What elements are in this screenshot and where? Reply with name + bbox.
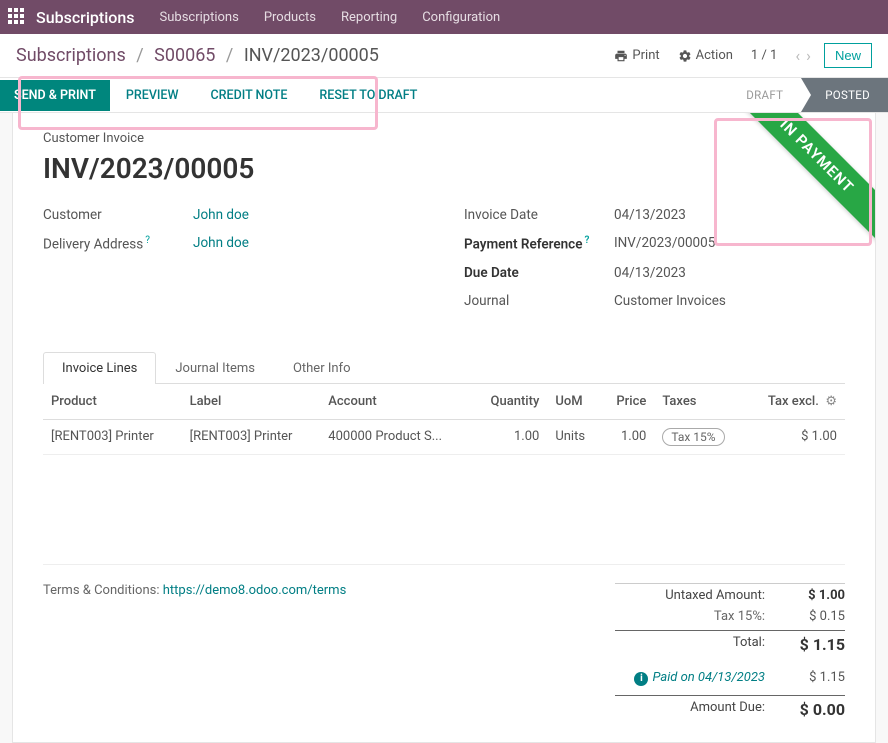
action-button[interactable]: Action	[678, 48, 733, 63]
payment-ref-value: INV/2023/00005	[614, 235, 715, 253]
breadcrumb-mid[interactable]: S00065	[154, 45, 215, 66]
form-sheet: IN PAYMENT Customer Invoice INV/2023/000…	[12, 113, 876, 743]
status-bar: DRAFT POSTED	[728, 78, 888, 112]
th-account[interactable]: Account	[320, 384, 471, 420]
info-icon: i	[634, 672, 648, 686]
totals-block: Untaxed Amount: $ 1.00 Tax 15%: $ 0.15 T…	[615, 583, 845, 722]
pager-next-icon[interactable]: ›	[806, 46, 811, 65]
delivery-label: Delivery Address?	[43, 235, 193, 253]
send-print-button[interactable]: SEND & PRINT	[0, 80, 110, 111]
total-label: Total:	[615, 635, 765, 654]
journal-label: Journal	[464, 293, 614, 309]
apps-icon[interactable]	[8, 8, 26, 26]
terms-link[interactable]: https://demo8.odoo.com/terms	[163, 583, 347, 598]
breadcrumb-current: INV/2023/00005	[244, 45, 379, 66]
th-taxes[interactable]: Taxes	[654, 384, 745, 420]
table-header-row: Product Label Account Quantity UoM Price…	[43, 384, 845, 420]
nav-reporting[interactable]: Reporting	[341, 10, 397, 25]
untaxed-value: $ 1.00	[785, 588, 845, 603]
tab-other-info[interactable]: Other Info	[274, 352, 370, 384]
print-icon	[614, 49, 628, 63]
breadcrumb-sep: /	[136, 45, 143, 66]
status-draft[interactable]: DRAFT	[728, 78, 801, 112]
total-value: $ 1.15	[785, 635, 845, 654]
action-bar: SEND & PRINT PREVIEW CREDIT NOTE RESET T…	[0, 78, 888, 113]
breadcrumb: Subscriptions / S00065 / INV/2023/00005	[16, 45, 379, 66]
th-label[interactable]: Label	[182, 384, 321, 420]
th-quantity[interactable]: Quantity	[472, 384, 548, 420]
invoice-date-value: 04/13/2023	[614, 207, 686, 223]
cell-product: [RENT003] Printer	[43, 419, 182, 454]
th-tax-excl[interactable]: Tax excl. ⚙	[746, 384, 845, 420]
breadcrumb-sep: /	[226, 45, 233, 66]
pager[interactable]: 1 / 1	[751, 48, 777, 63]
cell-account: 400000 Product S...	[320, 419, 471, 454]
customer-label: Customer	[43, 207, 193, 223]
customer-value[interactable]: John doe	[193, 207, 249, 223]
cell-uom: Units	[547, 419, 600, 454]
th-product[interactable]: Product	[43, 384, 182, 420]
cell-tax-excl: $ 1.00	[746, 419, 845, 454]
help-icon[interactable]: ?	[145, 235, 150, 246]
table-blank-area	[43, 454, 845, 564]
app-brand[interactable]: Subscriptions	[36, 8, 135, 27]
preview-button[interactable]: PREVIEW	[110, 80, 195, 111]
nav-products[interactable]: Products	[264, 10, 316, 25]
untaxed-label: Untaxed Amount:	[615, 588, 765, 603]
terms-conditions: Terms & Conditions: https://demo8.odoo.c…	[43, 583, 615, 722]
tax-label: Tax 15%:	[615, 609, 765, 624]
print-button[interactable]: Print	[614, 48, 659, 63]
tax-value: $ 0.15	[785, 609, 845, 624]
breadcrumb-root[interactable]: Subscriptions	[16, 45, 126, 66]
paid-value: $ 1.15	[785, 670, 845, 686]
payment-ref-label: Payment Reference?	[464, 235, 614, 253]
columns-options-icon[interactable]: ⚙	[825, 394, 837, 409]
nav-subscriptions[interactable]: Subscriptions	[160, 10, 239, 25]
invoice-date-label: Invoice Date	[464, 207, 614, 223]
top-nav: Subscriptions Subscriptions Products Rep…	[0, 0, 888, 34]
table-row[interactable]: [RENT003] Printer [RENT003] Printer 4000…	[43, 419, 845, 454]
credit-note-button[interactable]: CREDIT NOTE	[195, 80, 304, 111]
due-date-label: Due Date	[464, 265, 614, 281]
reset-draft-button[interactable]: RESET TO DRAFT	[303, 80, 433, 111]
gear-icon	[678, 49, 692, 63]
delivery-value[interactable]: John doe	[193, 235, 249, 253]
new-button[interactable]: New	[824, 43, 872, 68]
help-icon[interactable]: ?	[584, 235, 589, 246]
invoice-lines-table: Product Label Account Quantity UoM Price…	[43, 384, 845, 565]
payment-ribbon: IN PAYMENT	[727, 113, 875, 246]
tab-journal-items[interactable]: Journal Items	[156, 352, 274, 384]
due-label: Amount Due:	[615, 700, 765, 719]
paid-label[interactable]: iPaid on 04/13/2023	[615, 670, 765, 686]
cell-label: [RENT003] Printer	[182, 419, 321, 454]
tab-invoice-lines[interactable]: Invoice Lines	[43, 352, 156, 384]
status-posted[interactable]: POSTED	[801, 78, 888, 112]
tax-pill: Tax 15%	[662, 428, 724, 446]
cell-quantity: 1.00	[472, 419, 548, 454]
breadcrumb-bar: Subscriptions / S00065 / INV/2023/00005 …	[0, 34, 888, 78]
ribbon-area: IN PAYMENT	[715, 113, 875, 253]
nav-configuration[interactable]: Configuration	[422, 10, 500, 25]
due-date-value: 04/13/2023	[614, 265, 686, 281]
journal-value: Customer Invoices	[614, 293, 726, 309]
th-uom[interactable]: UoM	[547, 384, 600, 420]
tabs: Invoice Lines Journal Items Other Info	[43, 351, 845, 384]
due-value: $ 0.00	[785, 700, 845, 719]
pager-prev-icon[interactable]: ‹	[795, 46, 800, 65]
th-price[interactable]: Price	[601, 384, 655, 420]
cell-price: 1.00	[601, 419, 655, 454]
cell-taxes: Tax 15%	[654, 419, 745, 454]
